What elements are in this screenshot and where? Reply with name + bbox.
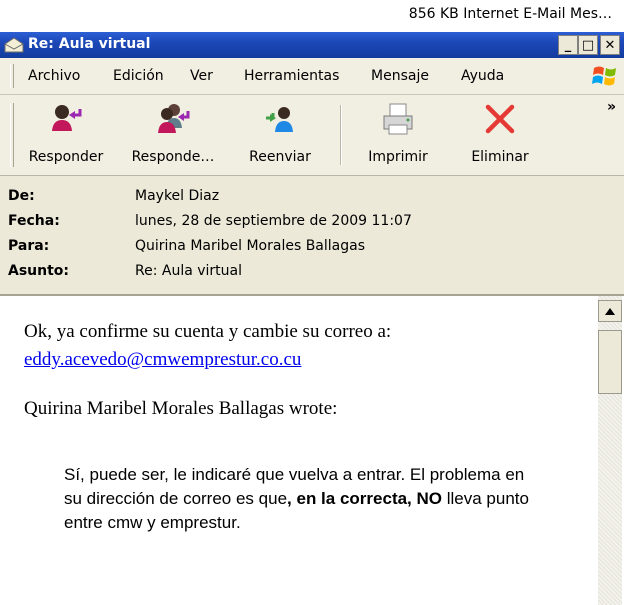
message-window: Re: Aula virtual _ □ ✕ Archivo Edición V… <box>0 32 624 605</box>
to-value: Quirina Maribel Morales Ballagas <box>135 238 366 254</box>
window-title: Re: Aula virtual <box>28 36 151 52</box>
from-label: De: <box>8 188 35 204</box>
envelope-icon <box>4 37 24 53</box>
subject-label: Asunto: <box>8 263 70 279</box>
close-icon: ✕ <box>604 37 616 53</box>
date-value: lunes, 28 de septiembre de 2009 11:07 <box>135 213 412 229</box>
quote-attribution: Quirina Maribel Morales Ballagas wrote: <box>24 398 338 419</box>
from-row: De: Maykel Diaz <box>8 188 608 210</box>
email-link[interactable]: eddy.acevedo@cmwemprestur.co.cu <box>24 349 301 370</box>
toolbar-separator <box>340 105 341 165</box>
date-row: Fecha: lunes, 28 de septiembre de 2009 1… <box>8 213 608 235</box>
menu-archivo[interactable]: Archivo <box>28 68 80 84</box>
subject-value: Re: Aula virtual <box>135 263 243 279</box>
delete-label: Eliminar <box>471 149 529 165</box>
reply-all-button[interactable]: Responde… <box>125 99 221 169</box>
quoted-bold-text: en la correcta, NO <box>296 489 443 508</box>
scroll-up-button[interactable] <box>598 300 622 322</box>
to-label: Para: <box>8 238 50 254</box>
delete-button[interactable]: Eliminar <box>452 99 548 169</box>
forward-button[interactable]: Reenviar <box>232 99 328 169</box>
message-body: Ok, ya confirme su cuenta y cambie su co… <box>0 296 624 605</box>
menu-ver[interactable]: Ver <box>190 68 213 84</box>
message-size-info: 856 KB Internet E-Mail Mes… <box>408 6 612 22</box>
message-paragraph: Ok, ya confirme su cuenta y cambie su co… <box>24 318 594 374</box>
scrollbar-thumb[interactable] <box>598 330 622 394</box>
menu-bar: Archivo Edición Ver Herramientas Mensaje… <box>0 58 624 95</box>
forward-icon <box>266 107 293 132</box>
menu-grip <box>10 64 14 88</box>
forward-label: Reenviar <box>249 149 311 165</box>
reply-icon <box>52 105 82 131</box>
maximize-button[interactable]: □ <box>578 35 598 55</box>
windows-logo-icon <box>592 66 616 86</box>
reply-all-label: Responde… <box>131 149 215 165</box>
date-label: Fecha: <box>8 213 60 229</box>
toolbar-overflow-chevron-icon[interactable]: » <box>607 99 616 115</box>
menu-edicion[interactable]: Edición <box>113 68 164 84</box>
reply-button[interactable]: Responder <box>18 99 114 169</box>
minimize-button[interactable]: _ <box>558 35 578 55</box>
menu-mensaje[interactable]: Mensaje <box>371 68 429 84</box>
title-bar[interactable]: Re: Aula virtual _ □ ✕ <box>0 32 624 58</box>
menu-ayuda[interactable]: Ayuda <box>461 68 504 84</box>
from-value: Maykel Diaz <box>135 188 220 204</box>
menu-herramientas[interactable]: Herramientas <box>244 68 339 84</box>
top-info-strip: 856 KB Internet E-Mail Mes… <box>0 0 624 32</box>
arrow-up-icon <box>605 307 615 315</box>
printer-icon <box>383 103 413 135</box>
message-line: Ok, ya confirme su cuenta y cambie su co… <box>24 321 392 342</box>
toolbar: Responder Responde… Reenviar Imprimir El… <box>0 95 624 176</box>
vertical-scrollbar[interactable] <box>598 296 622 605</box>
print-label: Imprimir <box>368 149 428 165</box>
print-button[interactable]: Imprimir <box>350 99 446 169</box>
message-content: Ok, ya confirme su cuenta y cambie su co… <box>24 318 594 420</box>
reply-all-icon <box>158 104 190 133</box>
subject-row: Asunto: Re: Aula virtual <box>8 263 608 285</box>
to-row: Para: Quirina Maribel Morales Ballagas <box>8 238 608 260</box>
reply-label: Responder <box>28 149 104 165</box>
minimize-icon: _ <box>564 37 572 53</box>
close-button[interactable]: ✕ <box>600 35 620 55</box>
quoted-text: Sí, puede ser, le indicaré que vuelva a … <box>64 463 534 535</box>
quoted-comma: , <box>287 489 292 508</box>
delete-x-icon <box>485 104 515 134</box>
toolbar-grip <box>10 103 14 167</box>
maximize-icon: □ <box>581 37 595 53</box>
message-header: De: Maykel Diaz Fecha: lunes, 28 de sept… <box>0 176 624 296</box>
